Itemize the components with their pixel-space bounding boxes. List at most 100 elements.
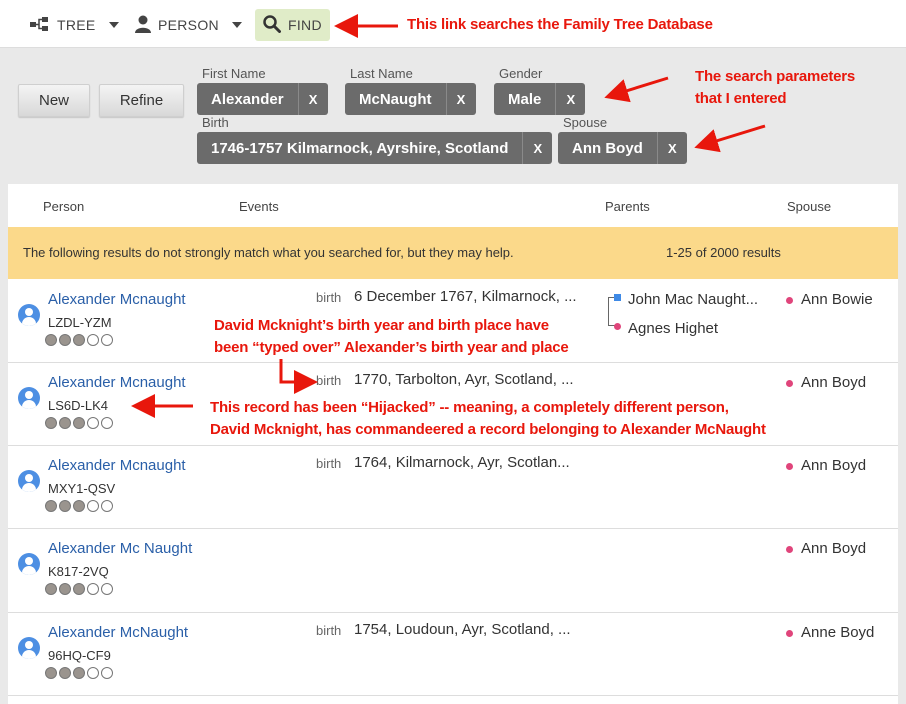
col-header-parents: Parents — [605, 199, 650, 214]
nav-person-label: PERSON — [158, 17, 219, 33]
new-button[interactable]: New — [18, 84, 90, 117]
annotation-typed-note-2: been “typed over” Alexander’s birth year… — [214, 339, 569, 356]
annotation-typed-note-1: David Mcknight’s birth year and birth pl… — [214, 317, 549, 334]
match-score — [45, 583, 115, 595]
remove-first-name-button[interactable]: X — [297, 83, 328, 115]
col-header-events: Events — [239, 199, 279, 214]
score-dot-empty — [87, 334, 99, 346]
chevron-down-icon[interactable] — [108, 22, 119, 28]
father-marker-icon — [614, 294, 621, 301]
spouse-name-link[interactable]: Ann Boyd — [786, 540, 866, 557]
search-icon — [263, 14, 281, 36]
score-dot-filled — [73, 417, 85, 429]
score-dot-filled — [45, 667, 57, 679]
tree-icon — [30, 16, 50, 34]
spouse-name-link[interactable]: Ann Boyd — [786, 457, 866, 474]
gender-value: Male — [508, 90, 542, 108]
event-type: birth — [316, 456, 342, 471]
score-dot-empty — [87, 500, 99, 512]
event-value: 6 December 1767, Kilmarnock, ... — [354, 288, 577, 305]
score-dot-filled — [59, 583, 71, 595]
spouse-name: Ann Boyd — [801, 374, 867, 391]
person-id: LZDL-YZM — [48, 315, 112, 330]
results-count: 1-25 of 2000 results — [666, 245, 781, 260]
nav-person[interactable]: PERSON — [135, 9, 242, 41]
score-dot-filled — [73, 667, 85, 679]
father-name-link[interactable]: John Mac Naught... — [628, 291, 758, 308]
spouse-name-link[interactable]: Ann Boyd — [786, 374, 866, 391]
person-avatar-icon — [18, 637, 40, 659]
female-marker-icon — [786, 296, 793, 304]
score-dot-empty — [101, 417, 113, 429]
score-dot-empty — [87, 417, 99, 429]
annotation-hijack-note-1: This record has been “Hijacked” -- meani… — [210, 399, 729, 416]
table-row[interactable]: Alexander McNaught 96HQ-CF9 birth 1754, … — [8, 613, 898, 696]
score-dot-filled — [45, 583, 57, 595]
score-dot-filled — [73, 500, 85, 512]
gender-chip: Male X — [494, 83, 586, 115]
remove-birth-button[interactable]: X — [522, 132, 552, 164]
annotation-find-note: This link searches the Family Tree Datab… — [407, 16, 713, 33]
score-dot-filled — [59, 667, 71, 679]
score-dot-empty — [101, 500, 113, 512]
spouse-name-link[interactable]: Ann Bowie — [786, 291, 873, 308]
person-id: LS6D-LK4 — [48, 398, 108, 413]
nav-find-label: FIND — [288, 17, 322, 33]
mother-name-link[interactable]: Agnes Highet — [628, 320, 718, 337]
score-dot-empty — [87, 583, 99, 595]
person-avatar-icon — [18, 470, 40, 492]
score-dot-filled — [59, 500, 71, 512]
gender-label: Gender — [499, 66, 543, 81]
nav-find[interactable]: FIND — [255, 9, 330, 41]
table-row[interactable]: Alexander Mc Naught K817-2VQ Ann Boyd — [8, 529, 898, 613]
person-name-link[interactable]: Alexander Mcnaught — [48, 374, 186, 391]
person-id: MXY1-QSV — [48, 481, 116, 496]
event-type: birth — [316, 623, 342, 638]
match-score — [45, 334, 115, 346]
spouse-name-link[interactable]: Anne Boyd — [786, 624, 874, 641]
refine-button[interactable]: Refine — [99, 84, 184, 117]
col-header-spouse: Spouse — [787, 199, 832, 214]
remove-gender-button[interactable]: X — [555, 83, 585, 115]
annotation-params-note-1: The search parameters — [695, 68, 856, 85]
score-dot-filled — [59, 417, 71, 429]
last-name-label: Last Name — [350, 66, 413, 81]
score-dot-empty — [101, 667, 113, 679]
nav-tree[interactable]: TREE — [30, 9, 119, 41]
person-id: 96HQ-CF9 — [48, 648, 111, 663]
birth-chip: 1746-1757 Kilmarnock, Ayrshire, Scotland… — [197, 132, 553, 164]
female-marker-icon — [786, 545, 793, 553]
match-score — [45, 500, 115, 512]
event-type: birth — [316, 290, 342, 305]
score-dot-filled — [59, 334, 71, 346]
parents-bracket — [608, 297, 618, 326]
person-name-link[interactable]: Alexander McNaught — [48, 624, 188, 641]
remove-last-name-button[interactable]: X — [445, 83, 476, 115]
person-name-link[interactable]: Alexander Mc Naught — [48, 540, 192, 557]
score-dot-empty — [101, 583, 113, 595]
last-name-chip: McNaught X — [345, 83, 476, 115]
first-name-chip: Alexander X — [197, 83, 328, 115]
table-row[interactable]: Alexander Mcnaught MXY1-QSV birth 1764, … — [8, 446, 898, 529]
event-value: 1764, Kilmarnock, Ayr, Scotlan... — [354, 454, 570, 471]
results-panel: Person Events Parents Spouse The followi… — [8, 184, 898, 704]
score-dot-filled — [45, 417, 57, 429]
col-header-person: Person — [43, 199, 85, 214]
spouse-name: Anne Boyd — [801, 624, 875, 641]
birth-label: Birth — [202, 115, 229, 130]
spouse-name: Ann Boyd — [801, 457, 867, 474]
female-marker-icon — [786, 379, 793, 387]
mother-marker-icon — [614, 323, 621, 330]
event-value: 1770, Tarbolton, Ayr, Scotland, ... — [354, 371, 574, 388]
chevron-down-icon[interactable] — [231, 22, 242, 28]
person-name-link[interactable]: Alexander Mcnaught — [48, 291, 186, 308]
spouse-name: Ann Bowie — [801, 291, 873, 308]
score-dot-filled — [45, 500, 57, 512]
person-avatar-icon — [18, 387, 40, 409]
notice-text: The following results do not strongly ma… — [23, 245, 514, 260]
female-marker-icon — [786, 629, 793, 637]
person-avatar-icon — [18, 304, 40, 326]
annotation-hijack-note-2: David Mcknight, has commandeered a recor… — [210, 421, 766, 438]
person-name-link[interactable]: Alexander Mcnaught — [48, 457, 186, 474]
remove-spouse-button[interactable]: X — [656, 132, 687, 164]
